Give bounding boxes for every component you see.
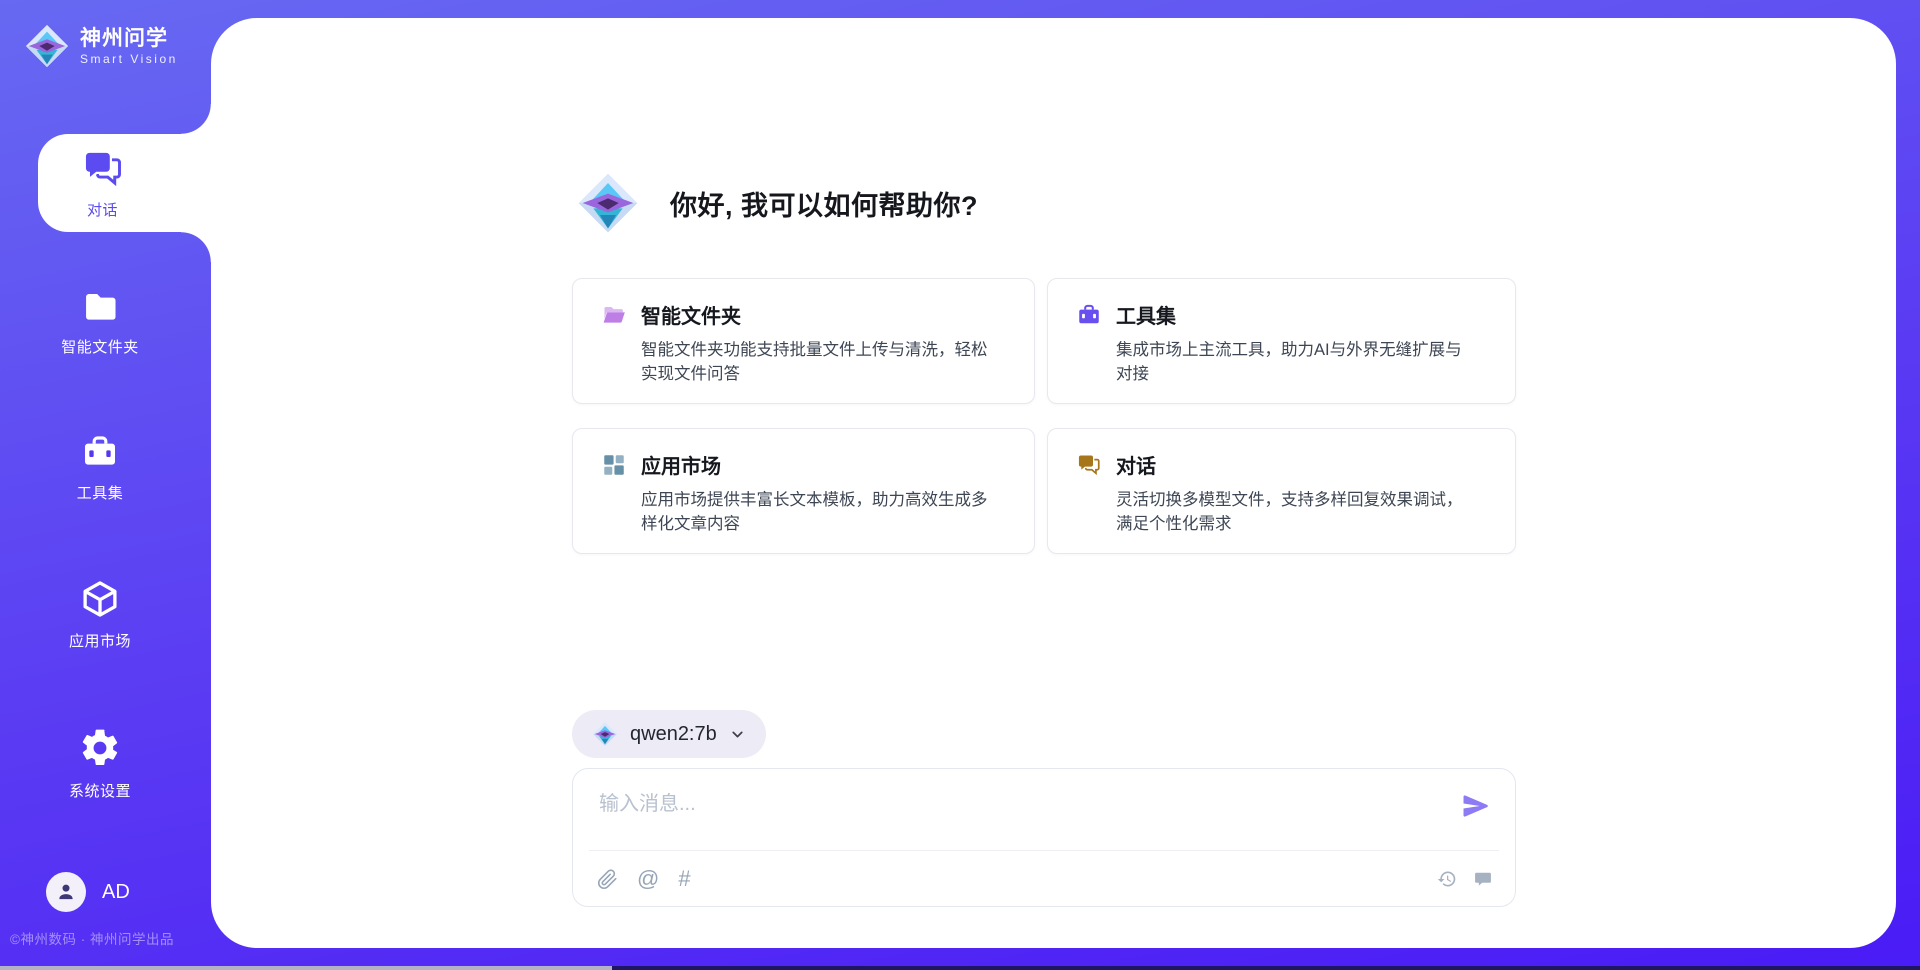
main-surface: 你好, 我可以如何帮助你? 智能文件夹 智能文件夹功能支持批量文件上传与清洗，轻… xyxy=(211,18,1896,948)
brand-name: 神州问学 xyxy=(80,26,178,51)
app-root: 神州问学 Smart Vision 对话 智能文件夹 工具集 应用市场 系统设置 xyxy=(0,0,1920,970)
send-icon xyxy=(1461,791,1491,821)
folder-icon xyxy=(81,288,119,326)
person-icon xyxy=(55,881,77,903)
feature-cards: 智能文件夹 智能文件夹功能支持批量文件上传与清洗，轻松实现文件问答 工具集 集成… xyxy=(572,278,1516,554)
sidebar-item-chat[interactable]: 对话 xyxy=(38,134,211,232)
cube-icon xyxy=(79,578,121,620)
send-button[interactable] xyxy=(1461,791,1491,821)
composer-tools-right xyxy=(1437,869,1493,889)
composer-tools-left: @ # xyxy=(597,868,691,890)
sidebar-item-label: 系统设置 xyxy=(69,780,131,801)
sidebar-item-app-market[interactable]: 应用市场 xyxy=(0,578,200,651)
card-title: 对话 xyxy=(1116,450,1156,479)
brand-text: 神州问学 Smart Vision xyxy=(80,26,178,65)
greeting-title: 你好, 我可以如何帮助你? xyxy=(670,184,978,223)
scrollbar-thumb[interactable] xyxy=(0,966,612,970)
sidebar-item-label: 应用市场 xyxy=(69,630,131,651)
card-title: 智能文件夹 xyxy=(641,300,741,329)
model-selector[interactable]: qwen2:7b xyxy=(572,710,766,758)
message-composer: @ # xyxy=(572,768,1516,907)
card-description: 灵活切换多模型文件，支持多样回复效果调试，满足个性化需求 xyxy=(1116,488,1470,537)
sidebar-item-settings[interactable]: 系统设置 xyxy=(0,726,200,801)
card-smart-folder[interactable]: 智能文件夹 智能文件夹功能支持批量文件上传与清洗，轻松实现文件问答 xyxy=(572,278,1035,404)
card-header: 智能文件夹 xyxy=(601,300,1014,329)
brand: 神州问学 Smart Vision xyxy=(24,20,178,72)
topic-icon[interactable]: # xyxy=(678,868,690,890)
sidebar-item-label: 对话 xyxy=(87,199,118,220)
brand-logo-icon xyxy=(24,20,70,72)
chat-icon xyxy=(81,147,125,191)
user-chip[interactable]: AD xyxy=(46,872,130,912)
card-title: 应用市场 xyxy=(641,450,721,479)
card-description: 集成市场上主流工具，助力AI与外界无缝扩展与对接 xyxy=(1116,338,1470,387)
toolbox-icon xyxy=(1076,302,1102,328)
card-toolset[interactable]: 工具集 集成市场上主流工具，助力AI与外界无缝扩展与对接 xyxy=(1047,278,1516,404)
chat-icon xyxy=(1076,452,1102,478)
attach-icon[interactable] xyxy=(597,869,618,890)
avatar xyxy=(46,872,86,912)
card-chat[interactable]: 对话 灵活切换多模型文件，支持多样回复效果调试，满足个性化需求 xyxy=(1047,428,1516,554)
model-name: qwen2:7b xyxy=(630,723,717,746)
sidebar-item-toolset[interactable]: 工具集 xyxy=(0,432,200,503)
diamond-logo-icon xyxy=(576,160,640,246)
sidebar-footer: ©神州数码 · 神州问学出品 xyxy=(10,928,210,948)
user-name: AD xyxy=(102,881,130,904)
folder-open-icon xyxy=(601,302,627,328)
horizontal-scrollbar xyxy=(0,966,1920,970)
toolbox-icon xyxy=(80,432,120,472)
greeting-block: 你好, 我可以如何帮助你? xyxy=(576,160,978,246)
chevron-down-icon xyxy=(729,726,746,743)
card-title: 工具集 xyxy=(1116,300,1176,329)
brand-subtitle: Smart Vision xyxy=(80,52,178,66)
card-header: 对话 xyxy=(1076,450,1495,479)
card-description: 智能文件夹功能支持批量文件上传与清洗，轻松实现文件问答 xyxy=(641,338,995,387)
diamond-logo-icon xyxy=(592,719,618,749)
card-header: 工具集 xyxy=(1076,300,1495,329)
gear-icon xyxy=(78,726,122,770)
grid-icon xyxy=(601,452,627,478)
mention-icon[interactable]: @ xyxy=(637,868,659,890)
composer-toolbar: @ # xyxy=(597,851,1493,907)
history-icon[interactable] xyxy=(1437,869,1457,889)
sidebar-item-smart-folder[interactable]: 智能文件夹 xyxy=(0,288,200,357)
card-description: 应用市场提供丰富长文本模板，助力高效生成多样化文章内容 xyxy=(641,488,995,537)
card-app-market[interactable]: 应用市场 应用市场提供丰富长文本模板，助力高效生成多样化文章内容 xyxy=(572,428,1035,554)
sidebar: 神州问学 Smart Vision 对话 智能文件夹 工具集 应用市场 系统设置 xyxy=(0,0,211,970)
sidebar-item-label: 工具集 xyxy=(77,482,124,503)
sidebar-item-label: 智能文件夹 xyxy=(61,336,139,357)
chat-bubble-icon[interactable] xyxy=(1473,869,1493,889)
card-header: 应用市场 xyxy=(601,450,1014,479)
message-input[interactable] xyxy=(597,785,1421,845)
